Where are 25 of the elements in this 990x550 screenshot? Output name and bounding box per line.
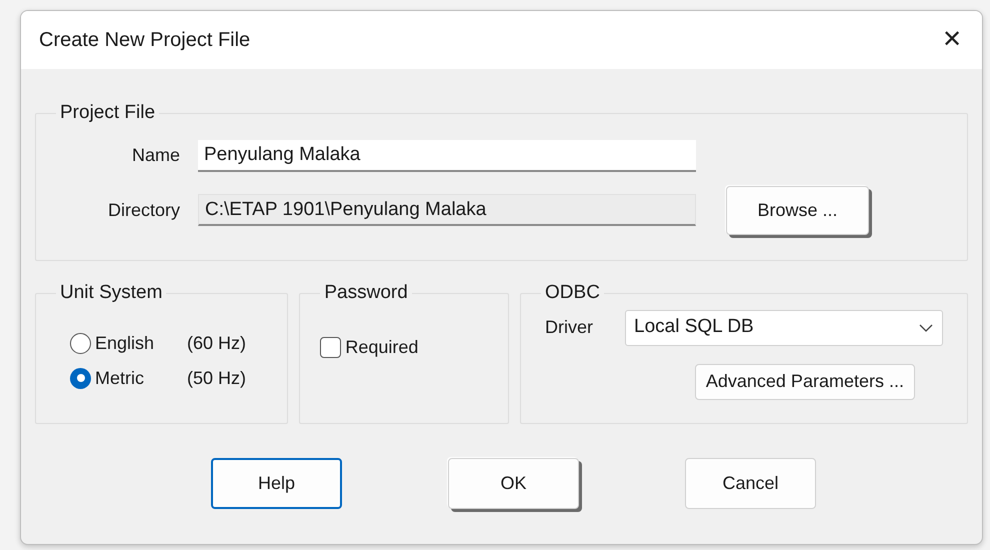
radio-button[interactable] [70,332,91,354]
radio-label: English [95,332,156,355]
advanced-parameters-button[interactable]: Advanced Parameters ... [694,364,915,400]
directory-label: Directory [106,198,181,222]
frequency-label: (60 Hz) [187,332,246,355]
name-field[interactable]: Penyulang Malaka [198,140,696,172]
group-title: Password [323,281,409,305]
dialog-button[interactable]: OK [448,458,579,509]
window-title: Create New Project File [39,28,250,53]
group-title: Unit System [59,281,164,305]
group-title: Project File [59,101,156,125]
checkbox-label: Required [345,336,418,359]
driver-dropdown[interactable]: Local SQL DB [625,310,944,346]
radio-button[interactable] [70,368,91,388]
dialog-button[interactable]: Cancel [685,458,816,509]
group-title: ODBC [544,281,601,305]
driver-label: Driver [545,316,594,339]
chevron-down-icon [918,322,934,332]
directory-field[interactable]: C:\ETAP 1901\Penyulang Malaka [198,194,696,226]
close-button[interactable]: ✕ [942,28,962,52]
radio-label: Metric [95,366,145,390]
checkbox[interactable] [320,336,342,358]
frequency-label: (50 Hz) [187,366,246,390]
name-label: Name [130,144,181,167]
dialog-button[interactable]: Help [211,458,342,509]
